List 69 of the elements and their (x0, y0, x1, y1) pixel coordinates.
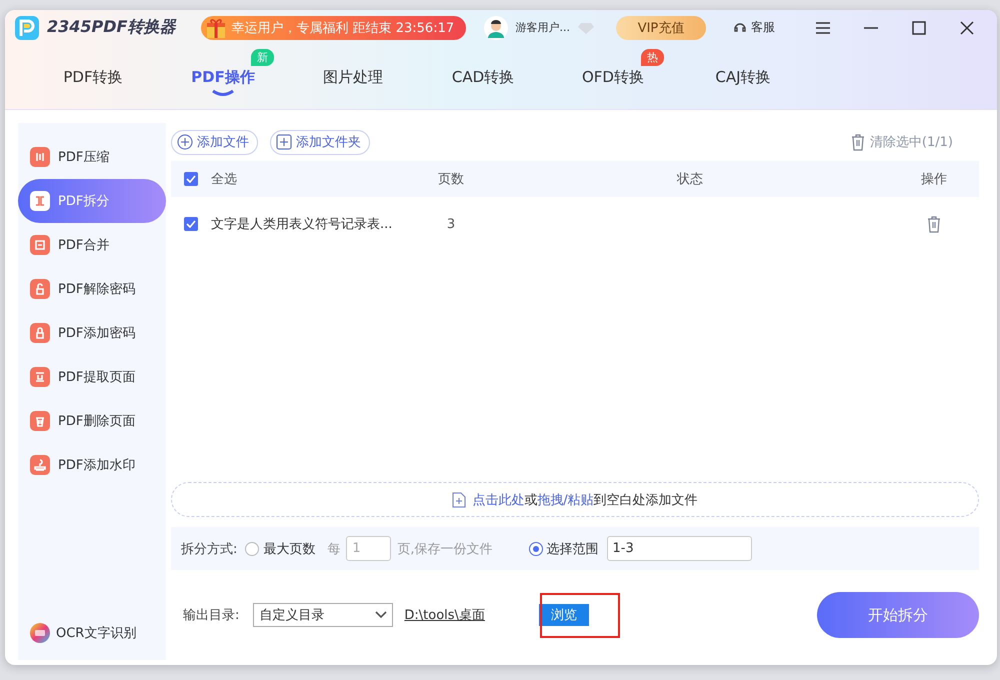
add-file-button[interactable]: 添加文件 (171, 130, 258, 154)
sidebar-item[interactable]: PDF压缩 (18, 135, 166, 179)
nav-tab[interactable]: CAJ转换 (715, 55, 771, 99)
tool-icon (30, 455, 50, 475)
checkbox[interactable] (184, 172, 198, 186)
range-input[interactable]: 1-3 (606, 536, 752, 561)
sidebar-item[interactable]: PDF合并 (18, 223, 166, 267)
browse-button[interactable]: 浏览 (538, 604, 589, 626)
link[interactable]: 点击此处 (472, 492, 524, 508)
diamond-icon (578, 22, 594, 34)
start-button[interactable]: 开始拆分 (817, 592, 979, 638)
column-header: 操作 (921, 171, 947, 188)
tool-icon (30, 279, 50, 299)
tab-badge: 热 (641, 49, 664, 66)
minimize-icon (864, 26, 878, 28)
gift-icon (205, 16, 228, 38)
chevron-down-icon (375, 611, 388, 619)
nav-tab[interactable]: PDF转换 (63, 55, 123, 99)
checkbox[interactable] (184, 217, 198, 231)
add-file-icon (452, 492, 466, 508)
tab-badge: 新 (251, 49, 274, 66)
menu-icon (816, 22, 830, 34)
sidebar-item[interactable]: PDF添加水印 (18, 443, 166, 487)
avatar (484, 16, 508, 40)
trash-icon (927, 216, 941, 232)
ocr-button[interactable]: OCR文字识别 (18, 618, 166, 648)
trash-icon (850, 134, 865, 150)
directory-select[interactable]: 自定义目录 (253, 603, 394, 627)
column-header: 页数 (438, 171, 464, 188)
page-count: 3 (446, 216, 456, 232)
sidebar-item[interactable]: PDF提取页面 (18, 355, 166, 399)
file-name: 文字是人类用表义符号记录表... (211, 216, 392, 233)
sidebar-item[interactable]: PDF删除页面 (18, 399, 166, 443)
drop-zone[interactable]: 点击此处或拖拽/粘贴到空白处添加文件 (171, 482, 979, 517)
column-header: 全选 (211, 171, 237, 188)
sidebar-item[interactable]: PDF添加密码 (18, 311, 166, 355)
delete-button[interactable] (927, 216, 941, 232)
service-button[interactable]: 客服 (732, 19, 775, 36)
maximize-icon (912, 20, 926, 34)
tool-icon (30, 323, 50, 343)
plus-icon (276, 134, 292, 150)
sidebar-item[interactable]: PDF解除密码 (18, 267, 166, 311)
link[interactable]: 拖拽/粘贴 (537, 492, 594, 508)
drop-hint: 点击此处或拖拽/粘贴到空白处添加文件 (472, 492, 698, 508)
nav-tab[interactable]: OFD转换 (582, 55, 644, 99)
close-icon (960, 20, 974, 34)
user-name[interactable]: 游客用户... (516, 20, 570, 35)
tool-icon (30, 367, 50, 387)
ocr-icon (30, 623, 50, 643)
tool-icon (30, 235, 50, 255)
per-suffix: 页,保存一份文件 (397, 540, 493, 558)
column-header: 状态 (677, 171, 703, 188)
tool-icon (30, 411, 50, 431)
nav-tab[interactable]: CAD转换 (452, 55, 514, 99)
tool-icon (30, 191, 50, 211)
output-label: 输出目录: (183, 607, 240, 624)
vip-button[interactable]: VIP充值 (616, 16, 706, 40)
logo-icon (15, 16, 39, 40)
radio-option[interactable]: 最大页数 (245, 540, 316, 558)
underline-icon (210, 89, 235, 97)
output-path[interactable]: D:\tools\桌面 (404, 606, 485, 624)
split-label: 拆分方式: (181, 540, 238, 558)
add-folder-button[interactable]: 添加文件夹 (270, 130, 370, 154)
per-label: 每 (327, 540, 340, 558)
nav-tab[interactable]: 图片处理 (323, 55, 383, 99)
plus-icon (177, 134, 193, 150)
app-name: 2345PDF转换器 (47, 17, 176, 38)
tool-icon (30, 147, 50, 167)
radio-option[interactable]: 选择范围 (528, 540, 599, 558)
